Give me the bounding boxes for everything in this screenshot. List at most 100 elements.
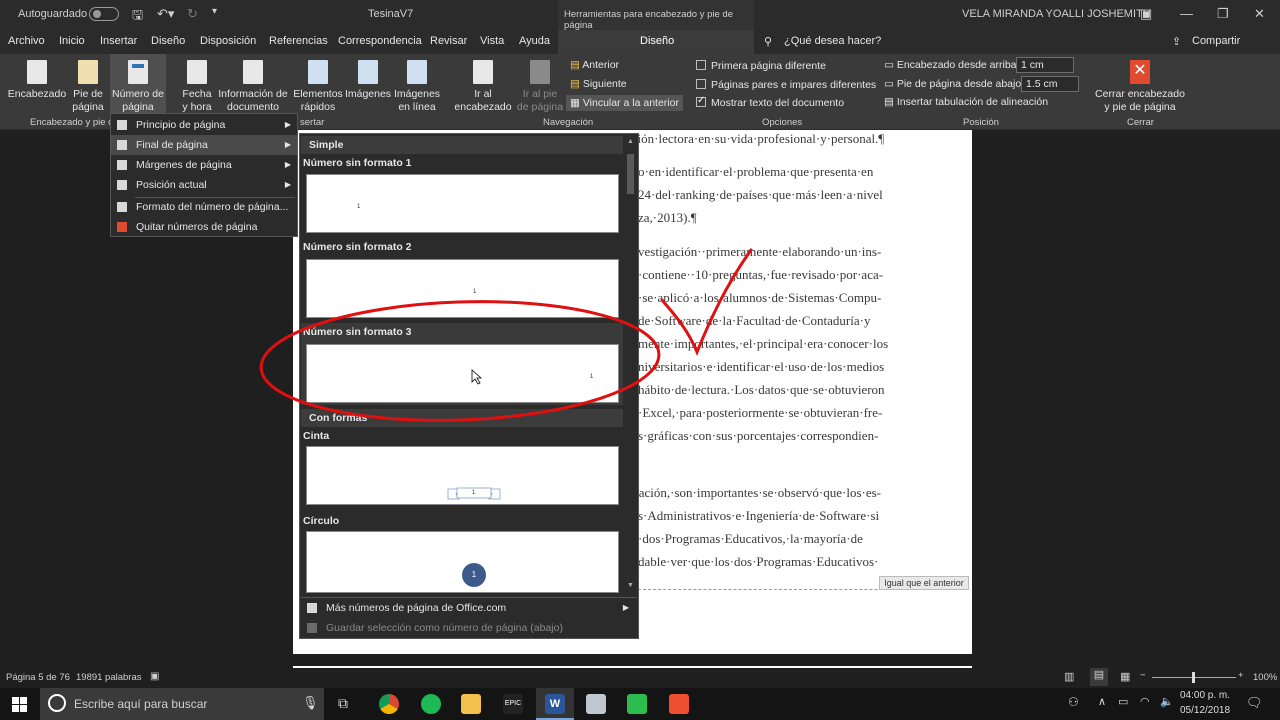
close-icon[interactable]: ✕ [1254, 6, 1265, 22]
share-button[interactable]: Compartir [1192, 35, 1240, 47]
tray-chevron-up-icon[interactable]: ∧ [1098, 695, 1106, 708]
chrome-icon[interactable] [379, 694, 399, 714]
menu-current-position[interactable]: Posición actual ▶ [111, 175, 297, 195]
undo-icon[interactable]: ↶▾ [157, 6, 174, 22]
tab-inicio[interactable]: Inicio [59, 35, 85, 47]
tab-vista[interactable]: Vista [480, 35, 504, 47]
quick-parts-button[interactable]: Elementos rápidos [290, 60, 346, 114]
zoom-out-icon[interactable]: − [1140, 670, 1146, 681]
user-name[interactable]: VELA MIRANDA YOALLI JOSHEMITH [962, 8, 1151, 20]
spotify-icon[interactable] [421, 694, 441, 714]
zoom-in-icon[interactable]: + [1238, 670, 1244, 681]
file-explorer-icon[interactable] [461, 694, 481, 714]
minimize-icon[interactable]: — [1180, 6, 1193, 21]
more-page-numbers-office[interactable]: Más números de página de Office.com ▶ [301, 598, 637, 618]
volume-icon[interactable]: 🔈 [1160, 695, 1174, 708]
tab-ayuda[interactable]: Ayuda [519, 35, 550, 47]
pictures-button[interactable]: Imágenes [344, 60, 392, 101]
proofing-icon[interactable]: ▣ [150, 671, 159, 682]
menu-bottom-of-page[interactable]: Final de página ▶ [111, 135, 297, 155]
taskbar-search[interactable]: Escribe aquí para buscar 🎙 [40, 688, 324, 720]
redo-icon[interactable]: ↻ [187, 6, 198, 22]
tab-disposicion[interactable]: Disposición [200, 35, 256, 47]
page-number-menu: Principio de página ▶ Final de página ▶ Má… [110, 113, 298, 237]
restore-icon[interactable]: ❐ [1217, 6, 1229, 22]
previous-button[interactable]: ▤ Anterior [570, 59, 619, 71]
gallery-thumb-circle[interactable]: 1 [306, 531, 619, 593]
online-pictures-label: Imágenes en línea [393, 88, 441, 113]
battery-icon[interactable]: ▭ [1118, 695, 1128, 708]
clock-time[interactable]: 04:00 p. m. [1180, 690, 1230, 701]
menu-remove-page-numbers[interactable]: Quitar números de página [111, 217, 297, 237]
people-icon[interactable]: ⚇ [1068, 695, 1079, 709]
link-previous-button[interactable]: ▦ Vincular a la anterior [566, 95, 683, 111]
save-icon[interactable]: 🖫 [132, 6, 143, 28]
wifi-icon[interactable]: ◠ [1140, 695, 1150, 708]
scroll-down-icon[interactable]: ▼ [627, 582, 634, 589]
page-number-button[interactable]: Número de página [110, 54, 166, 114]
epic-games-icon[interactable]: EPIC [503, 694, 523, 714]
ribbon-display-icon[interactable]: ▣ [1140, 6, 1152, 22]
footer-button[interactable]: Pie de página [68, 60, 108, 114]
zoom-slider-thumb[interactable] [1192, 672, 1195, 683]
tab-correspondencia[interactable]: Correspondencia [338, 35, 422, 47]
insert-alignment-tab-button[interactable]: ▤ Insertar tabulación de alineación [884, 96, 1048, 108]
goto-header-icon [473, 60, 493, 84]
menu-format-page-numbers[interactable]: Formato del número de página... [111, 197, 297, 217]
save-selection-page-number[interactable]: Guardar selección como número de página … [301, 618, 637, 638]
show-doc-text-checkbox[interactable]: Mostrar texto del documento [696, 95, 844, 109]
gallery-thumb-ribbon[interactable]: 1 [306, 446, 619, 505]
doc-info-icon [243, 60, 263, 84]
thumb-number: 1 [472, 490, 476, 496]
page-icon [117, 140, 127, 150]
gallery-thumb-plain-2[interactable]: 1 [306, 259, 619, 318]
word-taskbar-active[interactable]: W [536, 688, 574, 720]
date-time-button[interactable]: Fecha y hora [178, 60, 216, 114]
chevron-right-icon: ▶ [284, 120, 291, 129]
odd-even-checkbox[interactable]: Páginas pares e impares diferentes [696, 79, 876, 91]
menu-remove-label: Quitar números de página [136, 221, 258, 233]
camtasia-recorder-icon[interactable] [669, 694, 689, 714]
print-layout-icon[interactable]: ▤ [1090, 668, 1108, 686]
mail-icon[interactable] [586, 694, 606, 714]
menu-top-of-page[interactable]: Principio de página ▶ [111, 115, 297, 135]
tab-insertar[interactable]: Insertar [100, 35, 137, 47]
goto-header-button[interactable]: Ir al encabezado [454, 60, 512, 114]
autosave-toggle[interactable] [89, 7, 119, 21]
header-top-field[interactable]: 1 cm [1016, 57, 1074, 73]
microphone-icon[interactable]: 🎙 [302, 695, 319, 711]
close-header-footer-button[interactable]: ✕ Cerrar encabezado y pie de página [1094, 60, 1186, 114]
tell-me-input[interactable]: ¿Qué desea hacer? [784, 35, 881, 47]
zoom-level[interactable]: 100% [1253, 672, 1277, 683]
gallery-thumb-plain-3[interactable]: 1 [306, 344, 619, 403]
page-count[interactable]: Página 5 de 76 [6, 672, 70, 683]
first-page-diff-checkbox[interactable]: Primera página diferente [696, 60, 826, 72]
header-button[interactable]: Encabezado [6, 60, 68, 101]
task-view-icon[interactable]: ⧉ [338, 695, 348, 712]
gallery-thumb-plain-1[interactable]: 1 [306, 174, 619, 233]
online-pictures-button[interactable]: Imágenes en línea [392, 60, 442, 114]
menu-page-margins[interactable]: Márgenes de página ▶ [111, 155, 297, 175]
goto-footer-button[interactable]: Ir al pie de página [516, 60, 564, 114]
header-top-text: Encabezado desde arriba: [896, 59, 1020, 71]
notifications-icon[interactable]: 🗨 [1246, 695, 1263, 711]
doc-info-button[interactable]: Información de documento [216, 60, 290, 114]
web-layout-icon[interactable]: ▦ [1120, 670, 1130, 683]
footer-bottom-field[interactable]: 1.5 cm [1021, 76, 1079, 92]
word-count[interactable]: 19891 palabras [76, 672, 142, 683]
read-mode-icon[interactable]: ▥ [1064, 670, 1074, 683]
tab-referencias[interactable]: Referencias [269, 35, 328, 47]
scroll-up-icon[interactable]: ▲ [627, 138, 634, 145]
tab-archivo[interactable]: Archivo [8, 35, 45, 47]
clock-date[interactable]: 05/12/2018 [1180, 705, 1230, 716]
tab-diseno-context[interactable]: Diseño [558, 30, 754, 54]
windows-start-icon[interactable] [12, 697, 27, 712]
tab-revisar[interactable]: Revisar [430, 35, 467, 47]
header-label: Encabezado [7, 88, 67, 100]
scrollbar-thumb[interactable] [627, 154, 634, 194]
tab-diseno[interactable]: Diseño [151, 35, 185, 47]
customize-toolbar-icon[interactable]: ▾ [212, 6, 217, 17]
camtasia-icon[interactable] [627, 694, 647, 714]
next-button[interactable]: ▤ Siguiente [570, 78, 627, 90]
gallery-scrollbar[interactable]: ▲ ▼ [625, 136, 636, 592]
